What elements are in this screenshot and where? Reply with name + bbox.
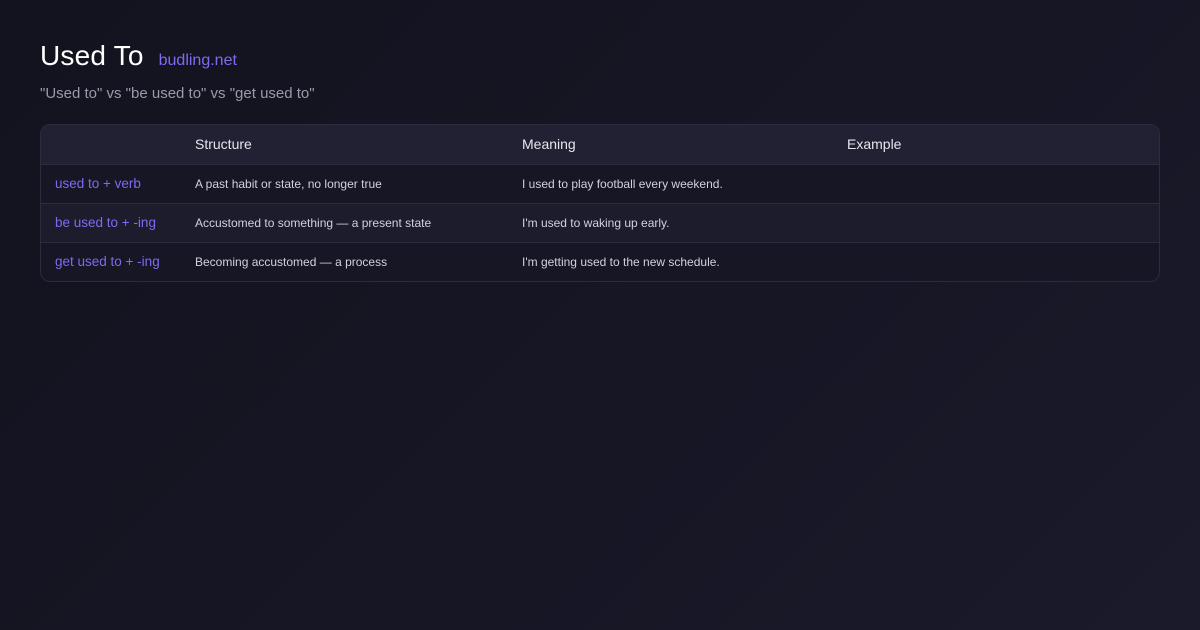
comparison-table-card: Structure Meaning Example used to + verb… xyxy=(40,124,1160,282)
structure-cell: Accustomed to something — a present stat… xyxy=(195,215,432,230)
meaning-cell: I'm getting used to the new schedule. xyxy=(522,254,720,269)
meaning-cell: I'm used to waking up early. xyxy=(522,215,670,230)
title-row: Used To budling.net xyxy=(40,40,1160,80)
example-cell xyxy=(833,164,1159,203)
comparison-table: Structure Meaning Example used to + verb… xyxy=(41,125,1159,281)
column-header-meaning: Meaning xyxy=(522,136,576,153)
column-header-example: Example xyxy=(847,136,902,153)
term-cell: used to + verb xyxy=(55,175,141,191)
brand-link[interactable]: budling.net xyxy=(159,52,237,70)
structure-cell: A past habit or state, no longer true xyxy=(195,176,382,191)
table-row: used to + verb A past habit or state, no… xyxy=(41,164,1159,203)
example-cell xyxy=(833,242,1159,281)
table-row: get used to + -ing Becoming accustomed —… xyxy=(41,242,1159,281)
column-header-term xyxy=(41,125,181,164)
meaning-cell: I used to play football every weekend. xyxy=(522,176,723,191)
term-cell: be used to + -ing xyxy=(55,214,156,230)
table-header-row: Structure Meaning Example xyxy=(41,125,1159,164)
page-title: Used To xyxy=(40,40,144,71)
table-row: be used to + -ing Accustomed to somethin… xyxy=(41,203,1159,242)
term-cell: get used to + -ing xyxy=(55,253,160,269)
page: Used To budling.net "Used to" vs "be use… xyxy=(40,40,1160,282)
example-cell xyxy=(833,203,1159,242)
column-header-structure: Structure xyxy=(195,136,252,153)
structure-cell: Becoming accustomed — a process xyxy=(195,254,388,269)
page-subtitle: "Used to" vs "be used to" vs "get used t… xyxy=(40,85,315,102)
